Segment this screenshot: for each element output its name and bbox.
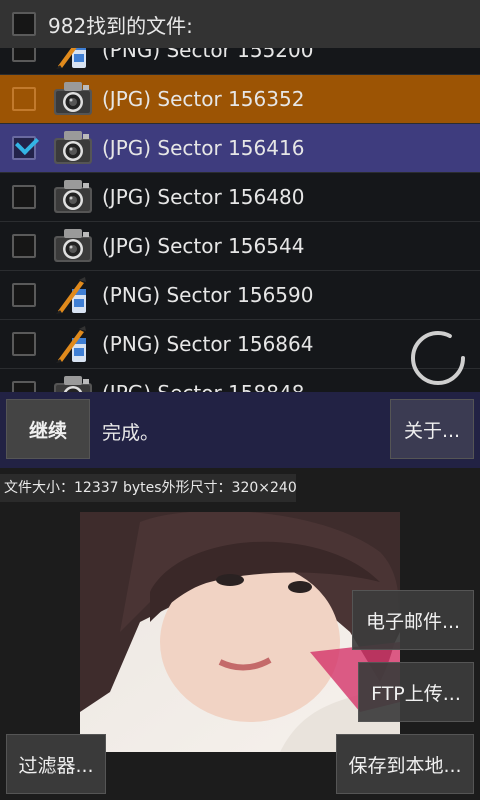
file-name: (PNG) Sector 156864 [102, 332, 314, 356]
header-bar: 982找到的文件: [0, 0, 480, 48]
file-name: (JPG) Sector 158848 [102, 381, 304, 392]
file-checkbox[interactable] [12, 381, 36, 392]
file-row[interactable]: (JPG) Sector 156416 [0, 124, 480, 173]
paint-brush-icon [50, 322, 96, 366]
file-checkbox[interactable] [12, 185, 36, 209]
file-info-text: 文件大小：12337 bytes外形尺寸：320×240 [0, 474, 297, 502]
file-row[interactable]: (PNG) Sector 155200 [0, 48, 480, 75]
file-checkbox[interactable] [12, 87, 36, 111]
continue-button[interactable]: 继续 [6, 399, 90, 459]
file-row[interactable]: (JPG) Sector 156480 [0, 173, 480, 222]
file-row[interactable]: (JPG) Sector 156352 [0, 75, 480, 124]
file-checkbox[interactable] [12, 332, 36, 356]
camera-icon [50, 126, 96, 170]
filter-button[interactable]: 过滤器... [6, 734, 106, 794]
file-row[interactable]: (PNG) Sector 156590 [0, 271, 480, 320]
camera-icon [50, 77, 96, 121]
file-name: (JPG) Sector 156352 [102, 87, 305, 111]
camera-icon [50, 224, 96, 268]
paint-brush-icon [50, 48, 96, 72]
about-button[interactable]: 关于... [390, 399, 474, 459]
file-checkbox[interactable] [12, 130, 40, 160]
loading-spinner-icon [411, 331, 465, 385]
results-title: 982找到的文件: [48, 13, 193, 38]
file-checkbox[interactable] [12, 283, 36, 307]
file-list[interactable]: (PNG) Sector 155200 (JPG) Sector 156352 (J… [0, 48, 480, 392]
email-button[interactable]: 电子邮件... [352, 590, 474, 650]
select-all-checkbox[interactable] [12, 12, 36, 36]
paint-brush-icon [50, 273, 96, 317]
file-row[interactable]: (JPG) Sector 156544 [0, 222, 480, 271]
camera-icon [50, 371, 96, 392]
ftp-upload-button[interactable]: FTP上传... [358, 662, 474, 722]
file-name: (PNG) Sector 155200 [102, 48, 314, 62]
file-name: (PNG) Sector 156590 [102, 283, 314, 307]
status-text: 完成。 [102, 422, 160, 444]
file-name: (JPG) Sector 156544 [102, 234, 305, 258]
file-checkbox[interactable] [12, 234, 36, 258]
file-name: (JPG) Sector 156416 [102, 136, 305, 160]
file-name: (JPG) Sector 156480 [102, 185, 305, 209]
file-row[interactable]: (PNG) Sector 156864 [0, 320, 480, 369]
save-local-button[interactable]: 保存到本地... [336, 734, 474, 794]
file-row[interactable]: (JPG) Sector 158848 [0, 369, 480, 392]
action-bar: 继续 完成。 关于... [0, 392, 480, 468]
checkmark-icon [14, 130, 40, 156]
file-checkbox[interactable] [12, 48, 36, 62]
camera-icon [50, 175, 96, 219]
